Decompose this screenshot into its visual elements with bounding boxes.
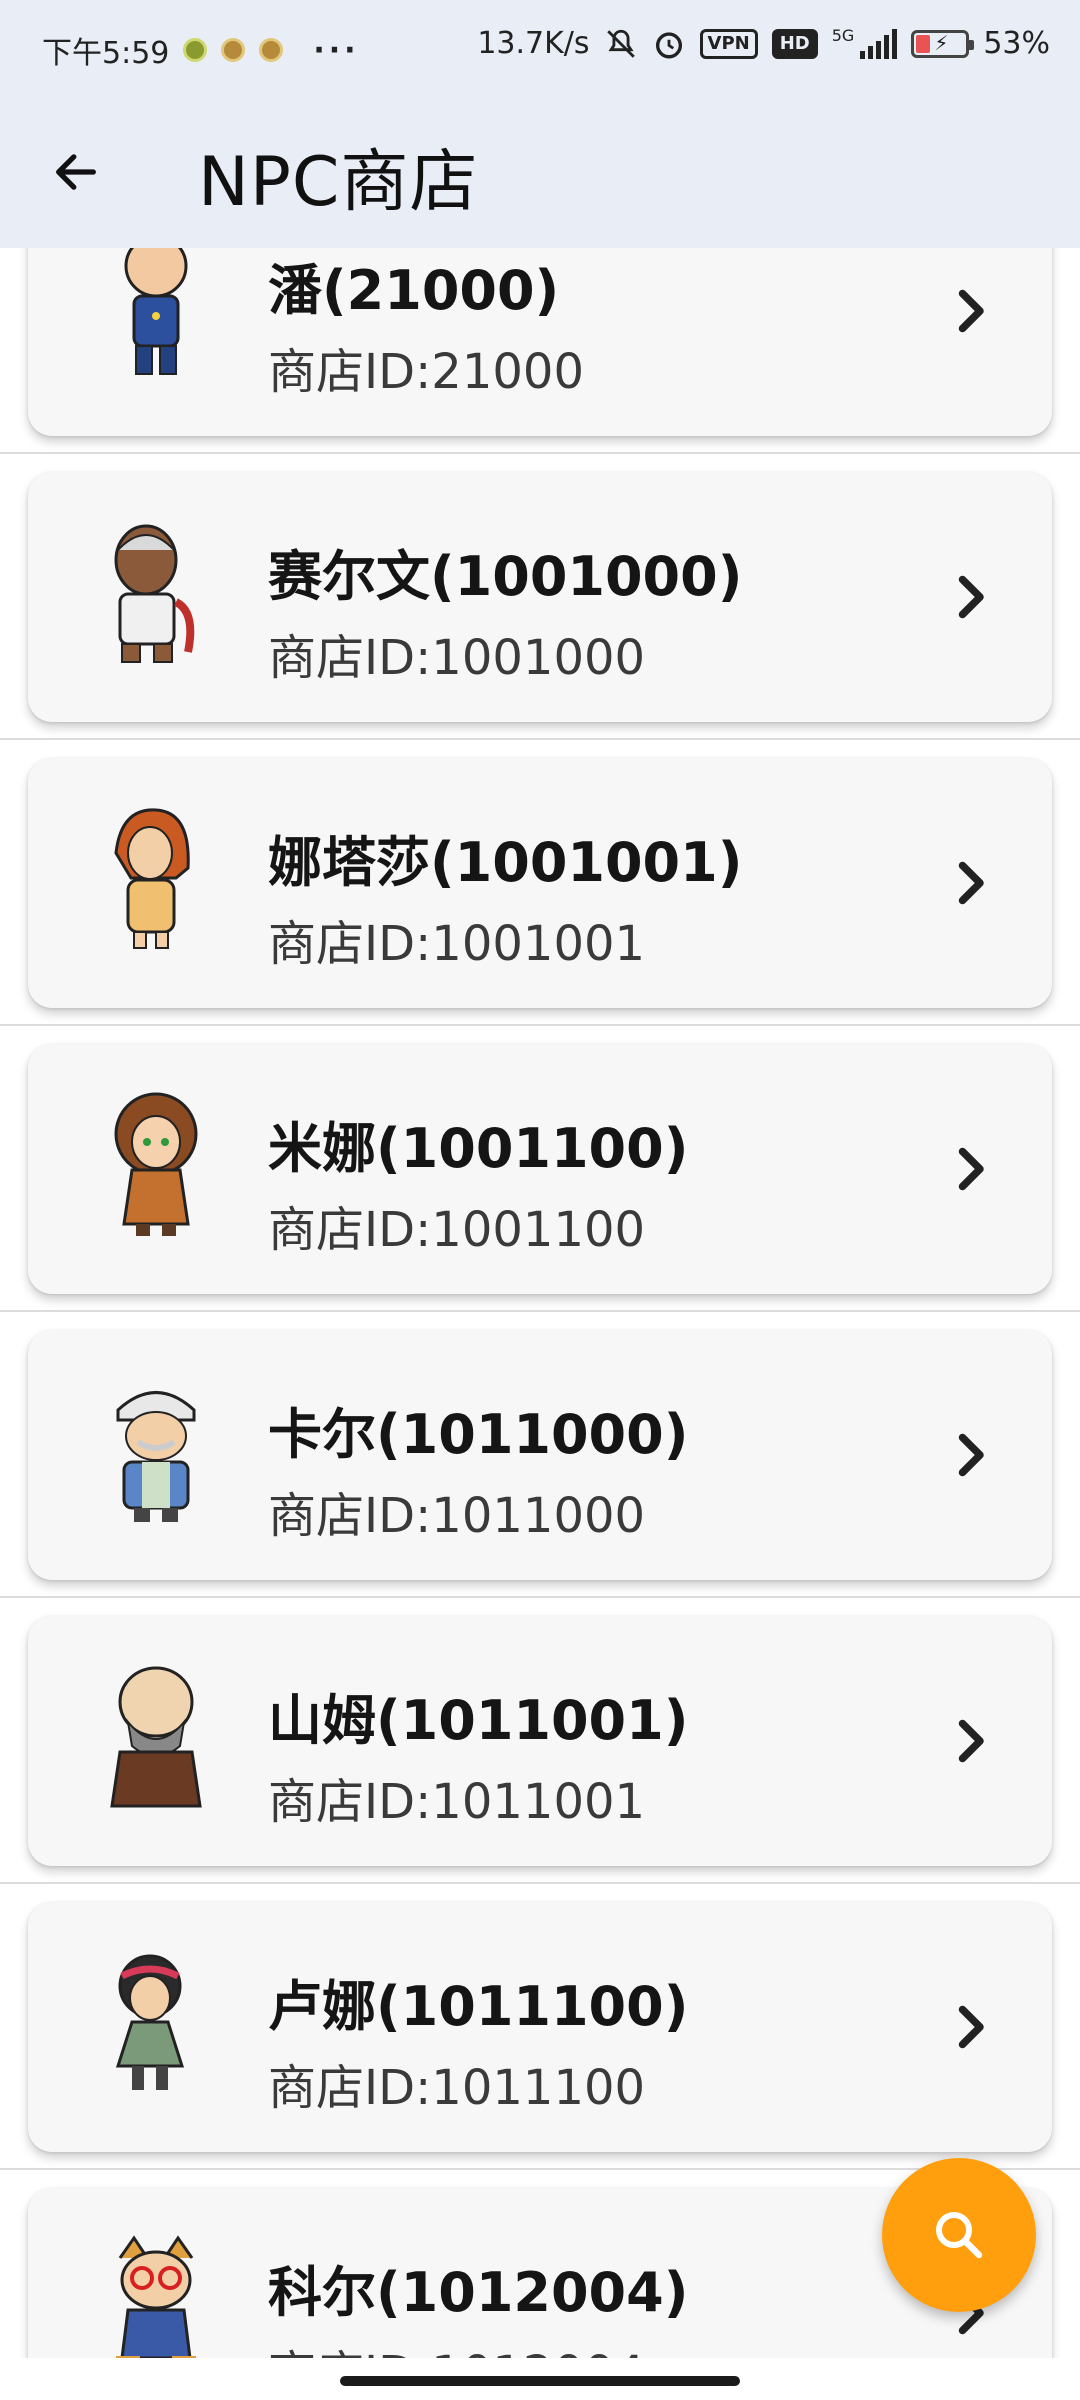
shop-card[interactable]: 卢娜(1011100) 商店ID:1011100: [28, 1902, 1052, 2152]
npc-avatar-icon: [115, 1954, 185, 2090]
search-icon: [936, 2212, 983, 2259]
shop-card[interactable]: 卡尔(1011000) 商店ID:1011000: [28, 1330, 1052, 1580]
chevron-right-icon: [958, 1433, 984, 1477]
shop-id: 商店ID:1011000: [268, 1488, 646, 1544]
shop-id: 商店ID:1001000: [268, 630, 646, 686]
list-item: 卢娜(1011100) 商店ID:1011100: [0, 1884, 1080, 2170]
npc-avatar-icon: [124, 248, 188, 375]
app-notification-icon: [183, 38, 208, 62]
shop-id: 商店ID:1001100: [268, 1202, 646, 1258]
chevron-right-icon: [958, 861, 984, 905]
shop-name: 卡尔(1011000): [268, 1403, 689, 1466]
npc-avatar-icon: [114, 808, 190, 949]
top-bar: 下午5:59 ··· 13.7K/s VPN HD 5G ⚡ 53% NPC商店: [0, 0, 1080, 248]
vpn-icon: VPN: [699, 28, 758, 59]
list-item: 赛尔文(1001000) 商店ID:1001000: [0, 454, 1080, 740]
shop-list[interactable]: 潘(21000) 商店ID:21000 赛尔文(1001000) 商店ID:10…: [0, 248, 1080, 2358]
app-notification-icon: [259, 38, 284, 62]
app-bar: NPC商店: [0, 96, 1080, 248]
shop-name: 山姆(1011001): [268, 1689, 689, 1752]
alarm-icon: [655, 31, 682, 58]
npc-avatar-icon: [116, 2235, 196, 2358]
hd-icon: HD: [771, 28, 818, 59]
npc-avatar-icon: [114, 1092, 198, 1236]
shop-id: 商店ID:1012004: [268, 2334, 645, 2358]
arrow-left-icon: [56, 154, 96, 190]
navigation-bar: [0, 2358, 1080, 2400]
shop-card[interactable]: 米娜(1001100) 商店ID:1001100: [28, 1044, 1052, 1294]
network-type: 5G: [831, 26, 855, 45]
list-item: 山姆(1011001) 商店ID:1011001: [0, 1598, 1080, 1884]
status-left: 下午5:59 ···: [42, 28, 360, 72]
shop-card[interactable]: 山姆(1011001) 商店ID:1011001: [28, 1616, 1052, 1866]
chevron-right-icon: [958, 575, 984, 619]
status-bar: 下午5:59 ··· 13.7K/s VPN HD 5G ⚡ 53%: [0, 0, 1080, 96]
npc-avatar-icon: [114, 524, 195, 663]
shop-name: 米娜(1001100): [268, 1117, 689, 1180]
mute-icon: [606, 29, 635, 58]
shop-id: 商店ID:21000: [268, 344, 584, 400]
npc-avatar-icon: [110, 1666, 202, 1808]
shop-id: 商店ID:1001001: [268, 916, 646, 972]
more-notifications-icon: ···: [313, 32, 360, 68]
shop-card[interactable]: 潘(21000) 商店ID:21000: [28, 248, 1052, 436]
shop-name: 娜塔莎(1001001): [268, 831, 743, 894]
status-right: 13.7K/s VPN HD 5G ⚡ 53%: [477, 26, 1050, 61]
chevron-right-icon: [958, 1147, 984, 1191]
shop-name: 卢娜(1011100): [268, 1975, 689, 2038]
signal-icon: [860, 28, 898, 59]
net-speed: 13.7K/s: [477, 26, 590, 61]
shop-name: 潘(21000): [268, 259, 560, 322]
page-title: NPC商店: [198, 143, 479, 222]
shop-id: 商店ID:1011100: [268, 2060, 646, 2116]
search-fab-button[interactable]: [882, 2158, 1036, 2312]
battery-level: 53%: [983, 26, 1050, 61]
npc-avatar-icon: [116, 1391, 196, 1522]
shop-card[interactable]: 赛尔文(1001000) 商店ID:1001000: [28, 472, 1052, 722]
shop-name: 赛尔文(1001000): [268, 545, 743, 608]
home-gesture-handle[interactable]: [340, 2376, 740, 2386]
list-item: 潘(21000) 商店ID:21000: [0, 248, 1080, 454]
list-item: 米娜(1001100) 商店ID:1001100: [0, 1026, 1080, 1312]
status-time: 下午5:59: [42, 36, 170, 71]
back-button[interactable]: [40, 136, 112, 208]
chevron-right-icon: [958, 1719, 984, 1763]
shop-card[interactable]: 娜塔莎(1001001) 商店ID:1001001: [28, 758, 1052, 1008]
app-notification-icon: [221, 38, 246, 62]
list-item: 娜塔莎(1001001) 商店ID:1001001: [0, 740, 1080, 1026]
chevron-right-icon: [958, 2005, 984, 2049]
shop-name: 科尔(1012004): [268, 2261, 689, 2324]
shop-id: 商店ID:1011001: [268, 1774, 646, 1830]
battery-icon: ⚡: [911, 29, 975, 58]
chevron-right-icon: [958, 289, 984, 333]
list-item: 卡尔(1011000) 商店ID:1011000: [0, 1312, 1080, 1598]
